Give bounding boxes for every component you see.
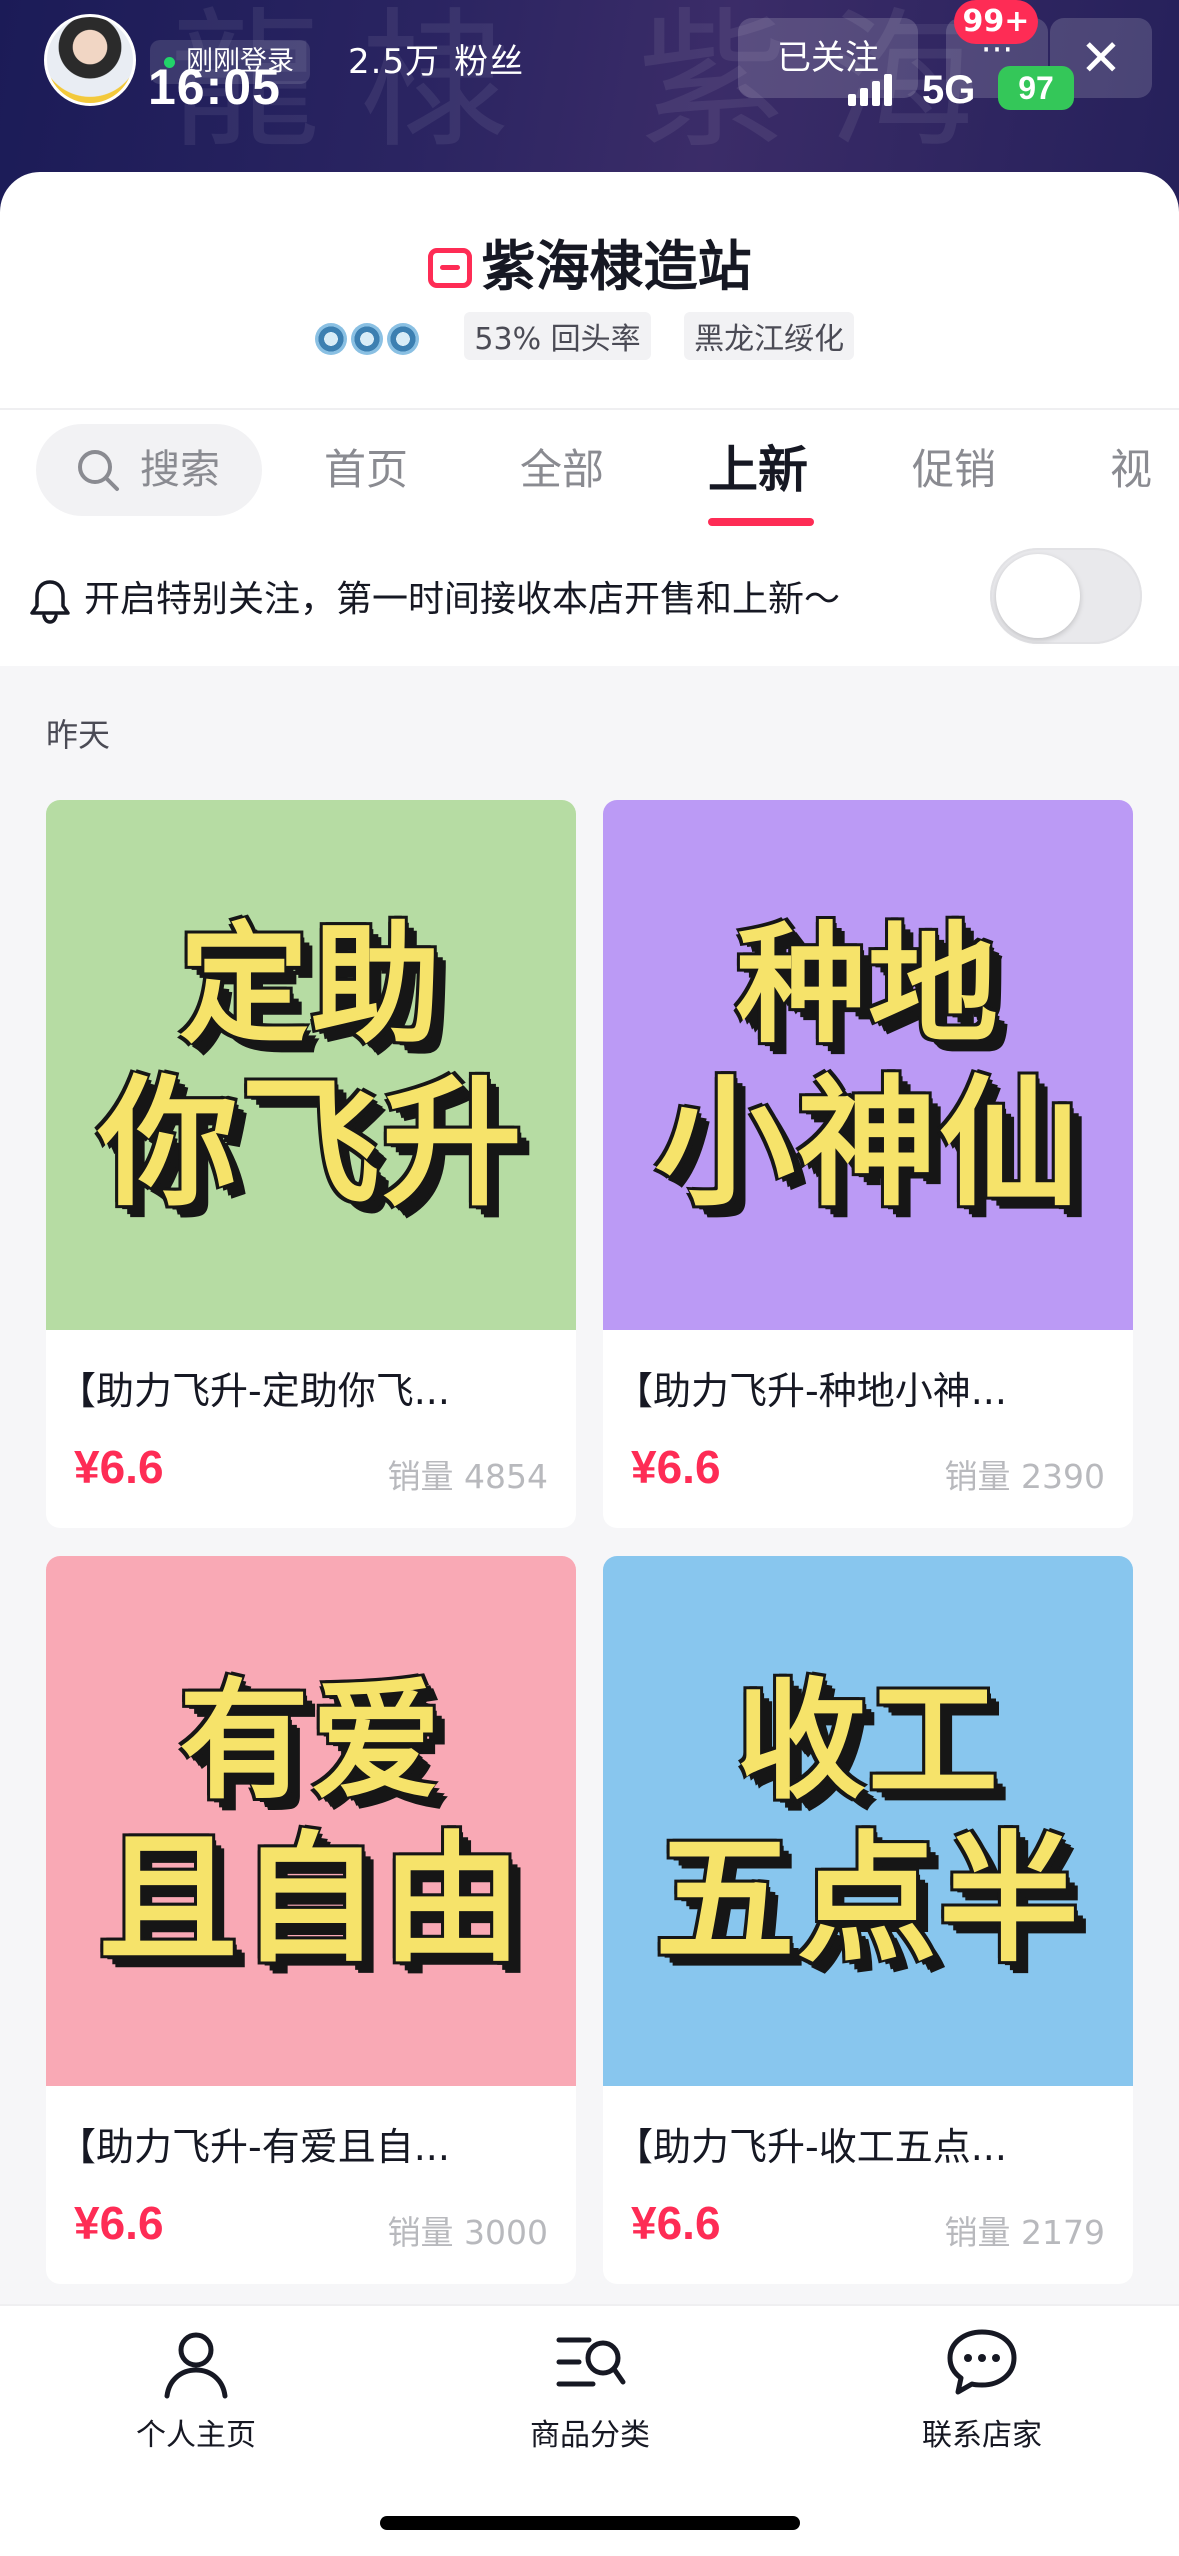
nav-categories[interactable]: 商品分类 <box>460 2326 720 2454</box>
tab-new-arrivals[interactable]: 上新 <box>708 420 808 520</box>
product-price: ¥6.6 <box>74 1441 164 1493</box>
battery-icon: 97 <box>998 66 1074 110</box>
status-time: 16:05 <box>148 59 281 115</box>
product-title: 【助力飞升-有爱且自... <box>58 2125 450 2169</box>
product-card[interactable]: 定助 你飞升 【助力飞升-定助你飞... ¥6.6 销量 4854 <box>46 800 576 1528</box>
fans-number: 2.5万 <box>348 42 441 82</box>
product-image[interactable]: 收工 五点半 <box>603 1556 1133 2086</box>
product-image[interactable]: 定助 你飞升 <box>46 800 576 1330</box>
product-title: 【助力飞升-定助你飞... <box>58 1369 450 1413</box>
tab-all[interactable]: 全部 <box>520 420 604 520</box>
store-page: 龍棣 紫海 刚刚登录 2.5万 粉丝 16:05 已关注 ··· 99+ ✕ 5G… <box>0 0 1179 2556</box>
special-follow-text: 开启特别关注，第一时间接收本店开售和上新～ <box>84 579 841 620</box>
store-tabs: 搜索 首页 全部 上新 促销 视频 <box>0 420 1179 594</box>
poster-text-line: 且自由 <box>97 1819 524 1982</box>
product-image[interactable]: 种地 小神仙 <box>603 800 1133 1330</box>
home-indicator[interactable] <box>380 2516 800 2530</box>
poster-text-line: 小神仙 <box>654 1063 1081 1226</box>
special-follow-bar: 开启特别关注，第一时间接收本店开售和上新～ <box>0 534 1179 664</box>
rating-medals-icon <box>313 323 425 359</box>
poster-text-line: 收工 <box>735 1665 1000 1817</box>
avatar[interactable] <box>44 14 136 106</box>
bottom-nav: 个人主页 商品分类 联系店家 <box>0 2306 1179 2556</box>
search-icon <box>78 450 119 491</box>
product-feed: 昨天 定助 你飞升 【助力飞升-定助你飞... ¥6.6 销量 4854 种地 … <box>0 666 1179 2306</box>
fans-count: 2.5万 粉丝 <box>348 38 538 86</box>
product-sales: 销量 3000 <box>387 2213 548 2252</box>
nav-label: 商品分类 <box>530 2418 650 2453</box>
fans-label: 粉丝 <box>454 42 525 82</box>
product-sales: 销量 2179 <box>944 2213 1105 2252</box>
product-sales: 销量 4854 <box>387 1457 548 1496</box>
toggle-knob <box>996 554 1080 638</box>
store-title[interactable]: 紫海棣造站 <box>0 222 1179 301</box>
tab-promotions[interactable]: 促销 <box>912 420 996 520</box>
nav-profile[interactable]: 个人主页 <box>66 2326 326 2454</box>
store-icon <box>427 248 472 288</box>
poster-text-line: 种地 <box>735 909 1000 1061</box>
product-price: ¥6.6 <box>631 1441 721 1493</box>
bell-icon <box>30 580 70 624</box>
poster-text-line: 你飞升 <box>97 1063 524 1226</box>
product-image[interactable]: 有爱 且自由 <box>46 1556 576 2086</box>
return-rate-badge: 53% 回头率 <box>464 312 651 360</box>
network-type: 5G <box>922 68 976 112</box>
search-label: 搜索 <box>140 447 220 493</box>
chat-bubble-icon <box>947 2329 1017 2395</box>
product-card[interactable]: 有爱 且自由 【助力飞升-有爱且自... ¥6.6 销量 3000 <box>46 1556 576 2284</box>
store-name: 紫海棣造站 <box>481 235 752 298</box>
nav-contact-seller[interactable]: 联系店家 <box>852 2326 1112 2454</box>
person-icon <box>164 2332 228 2399</box>
store-meta: 53% 回头率 黑龙江绥化 <box>0 312 1179 360</box>
product-card[interactable]: 收工 五点半 【助力飞升-收工五点... ¥6.6 销量 2179 <box>603 1556 1133 2284</box>
product-sales: 销量 2390 <box>944 1457 1105 1496</box>
special-follow-toggle[interactable] <box>990 548 1142 644</box>
poster-text-line: 有爱 <box>178 1665 443 1817</box>
tab-home[interactable]: 首页 <box>324 420 408 520</box>
close-icon: ✕ <box>1080 29 1122 87</box>
notification-badge: 99+ <box>954 0 1038 44</box>
store-info-card: 紫海棣造站 53% 回头率 黑龙江绥化 <box>0 172 1179 410</box>
store-search-button[interactable]: 搜索 <box>36 424 262 516</box>
product-title: 【助力飞升-收工五点... <box>615 2125 1007 2169</box>
poster-text-line: 五点半 <box>654 1819 1081 1982</box>
category-search-icon <box>556 2337 626 2387</box>
poster-text-line: 定助 <box>178 909 443 1061</box>
section-date-label: 昨天 <box>46 716 111 754</box>
product-price: ¥6.6 <box>74 2197 164 2249</box>
active-tab-indicator <box>708 518 814 526</box>
product-card[interactable]: 种地 小神仙 【助力飞升-种地小神... ¥6.6 销量 2390 <box>603 800 1133 1528</box>
nav-label: 联系店家 <box>922 2418 1042 2453</box>
cellular-signal-icon <box>848 74 892 106</box>
battery-level: 97 <box>1018 70 1054 106</box>
divider <box>0 408 1179 410</box>
product-title: 【助力飞升-种地小神... <box>615 1369 1007 1413</box>
location-badge: 黑龙江绥化 <box>684 312 855 360</box>
nav-label: 个人主页 <box>136 2418 256 2453</box>
product-price: ¥6.6 <box>631 2197 721 2249</box>
